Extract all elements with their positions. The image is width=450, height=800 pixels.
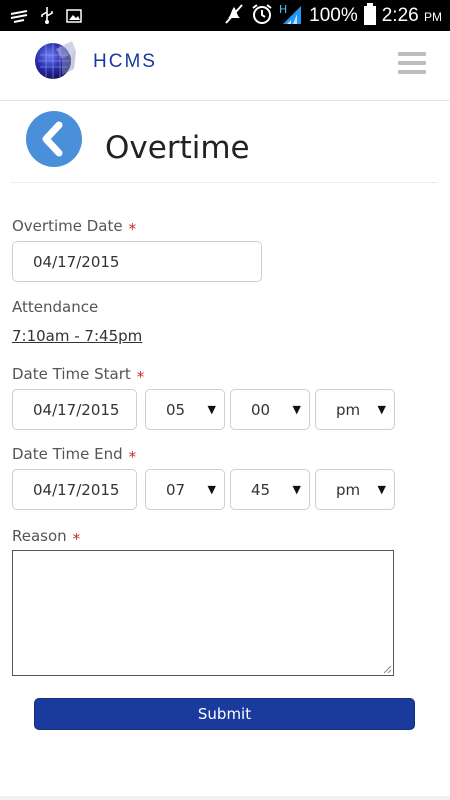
date-time-start-label-text: Date Time Start <box>12 365 131 383</box>
end-hour-value: 07 <box>166 480 186 499</box>
start-minute-value: 00 <box>251 400 271 419</box>
reason-label: Reason * <box>12 527 81 548</box>
dropdown-arrow-icon: ▼ <box>377 483 386 496</box>
reason-textarea[interactable] <box>12 550 394 676</box>
svg-text:H: H <box>279 3 287 16</box>
usb-icon <box>40 6 54 28</box>
dropdown-arrow-icon: ▼ <box>292 483 301 496</box>
gallery-icon <box>66 8 82 27</box>
dropdown-arrow-icon: ▼ <box>207 403 216 416</box>
clock-time: 2:26 <box>381 5 419 26</box>
page-header: Overtime <box>12 103 437 183</box>
app-title: HCMS <box>93 51 157 72</box>
date-time-start-label: Date Time Start * <box>12 365 145 386</box>
clock-suffix: PM <box>424 10 442 24</box>
hcms-logo-icon <box>32 37 78 83</box>
overtime-date-value: 04/17/2015 <box>33 252 120 271</box>
date-time-end-label: Date Time End * <box>12 445 137 466</box>
dropdown-arrow-icon: ▼ <box>207 483 216 496</box>
back-button[interactable] <box>26 111 82 167</box>
dropdown-arrow-icon: ▼ <box>292 403 301 416</box>
dropdown-arrow-icon: ▼ <box>377 403 386 416</box>
status-bar: H 100% 2:26 PM <box>0 0 450 31</box>
start-ampm-select[interactable]: pm ▼ <box>315 389 395 430</box>
required-mark: * <box>136 368 145 386</box>
app-header: HCMS <box>0 31 450 101</box>
signal-icon: H <box>279 2 303 30</box>
attendance-label: Attendance <box>12 298 99 316</box>
battery-icon <box>363 3 376 29</box>
end-ampm-select[interactable]: pm ▼ <box>315 469 395 510</box>
start-minute-select[interactable]: 00 ▼ <box>230 389 310 430</box>
end-ampm-value: pm <box>336 480 361 499</box>
bottom-divider <box>0 796 450 800</box>
attendance-value-link[interactable]: 7:10am - 7:45pm <box>12 327 142 345</box>
end-hour-select[interactable]: 07 ▼ <box>145 469 225 510</box>
required-mark: * <box>128 448 137 466</box>
start-ampm-value: pm <box>336 400 361 419</box>
end-minute-value: 45 <box>251 480 271 499</box>
clock: 2:26 PM <box>382 5 442 27</box>
battery-percent: 100% <box>309 5 358 26</box>
overtime-date-input[interactable]: 04/17/2015 <box>12 241 262 282</box>
page-title: Overtime <box>105 130 250 166</box>
end-minute-select[interactable]: 45 ▼ <box>230 469 310 510</box>
submit-button[interactable]: Submit <box>34 698 415 730</box>
date-time-end-label-text: Date Time End <box>12 445 123 463</box>
chevron-left-icon <box>42 121 63 157</box>
overtime-date-label-text: Overtime Date <box>12 217 123 235</box>
end-date-value: 04/17/2015 <box>33 480 120 499</box>
resize-grip-icon[interactable] <box>382 664 392 674</box>
reason-label-text: Reason <box>12 527 67 545</box>
start-date-input[interactable]: 04/17/2015 <box>12 389 137 430</box>
start-hour-value: 05 <box>166 400 186 419</box>
start-hour-select[interactable]: 05 ▼ <box>145 389 225 430</box>
mute-icon <box>223 3 245 29</box>
start-date-value: 04/17/2015 <box>33 400 120 419</box>
alarm-icon <box>251 3 273 29</box>
menu-icon[interactable] <box>398 52 426 76</box>
end-date-input[interactable]: 04/17/2015 <box>12 469 137 510</box>
overtime-date-label: Overtime Date * <box>12 217 137 238</box>
notification-icon <box>10 8 28 27</box>
required-mark: * <box>128 220 137 238</box>
required-mark: * <box>72 530 81 548</box>
